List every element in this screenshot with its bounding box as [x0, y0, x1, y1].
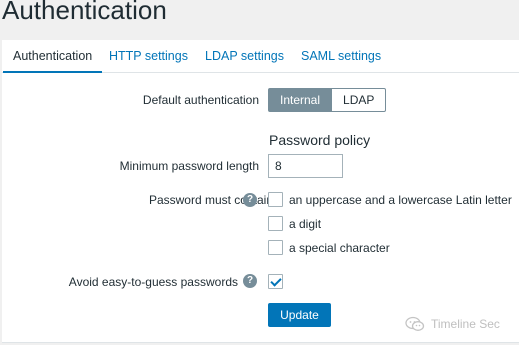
- question-circle-icon[interactable]: ?: [243, 274, 257, 288]
- tab-bar: Authentication HTTP settings LDAP settin…: [2, 40, 519, 73]
- auth-form: Default authentication Internal LDAP Pas…: [2, 73, 519, 343]
- page-title: Authentication: [2, 0, 167, 25]
- tab-ldap-settings[interactable]: LDAP settings: [205, 40, 284, 73]
- check-special-character-label: a special character: [289, 240, 390, 255]
- tab-authentication[interactable]: Authentication: [3, 40, 103, 73]
- check-digit[interactable]: a digit: [268, 215, 321, 232]
- auth-option-internal[interactable]: Internal: [268, 88, 333, 112]
- avoid-easy-passwords-label: Avoid easy-to-guess passwords: [68, 275, 238, 289]
- check-digit-label: a digit: [289, 216, 322, 231]
- question-circle-icon[interactable]: ?: [243, 193, 257, 207]
- check-uppercase-lowercase-label: an uppercase and a lowercase Latin lette…: [289, 192, 512, 207]
- auth-option-ldap[interactable]: LDAP: [332, 88, 387, 112]
- watermark: Timeline Sec: [405, 316, 500, 332]
- watermark-text: Timeline Sec: [431, 317, 500, 331]
- password-policy-title: Password policy: [269, 132, 371, 148]
- check-uppercase-lowercase[interactable]: an uppercase and a lowercase Latin lette…: [268, 191, 512, 208]
- wechat-icon: [405, 316, 425, 331]
- check-special-character[interactable]: a special character: [268, 239, 390, 256]
- checkmark-icon: [270, 275, 282, 287]
- check-avoid-easy-passwords[interactable]: [268, 273, 283, 290]
- checkbox-uppercase-lowercase[interactable]: [268, 192, 283, 207]
- default-auth-toggle: Internal LDAP: [268, 88, 387, 112]
- update-button[interactable]: Update: [268, 303, 331, 327]
- min-password-length-label: Minimum password length: [119, 159, 259, 173]
- tab-http-settings[interactable]: HTTP settings: [109, 40, 188, 73]
- checkbox-avoid-easy-passwords[interactable]: [268, 274, 283, 289]
- checkbox-special-character[interactable]: [268, 240, 283, 255]
- checkbox-digit[interactable]: [268, 216, 283, 231]
- min-password-length-input[interactable]: [268, 154, 343, 178]
- tab-saml-settings[interactable]: SAML settings: [301, 40, 381, 73]
- default-auth-label: Default authentication: [142, 93, 259, 107]
